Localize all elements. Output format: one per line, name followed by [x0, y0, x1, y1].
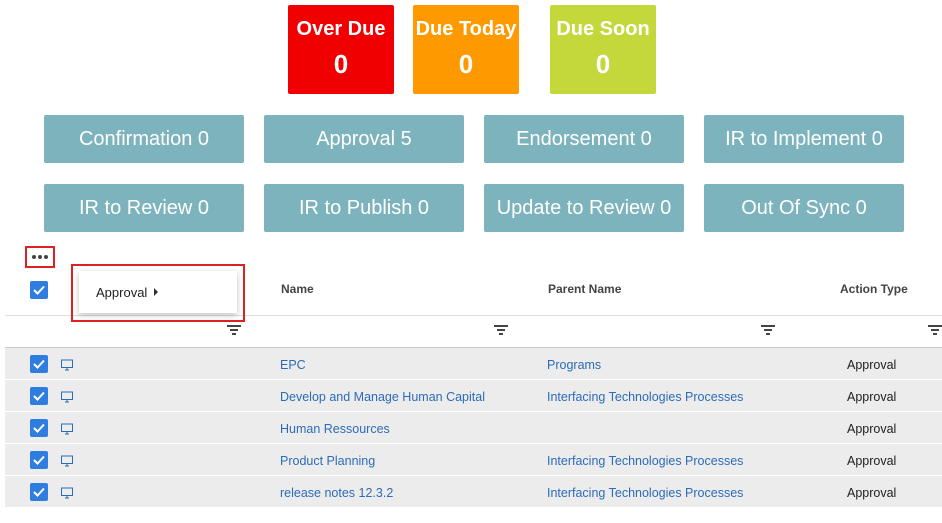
column-header-name[interactable]: Name — [281, 282, 314, 296]
row-parent-link[interactable]: Interfacing Technologies Processes — [547, 390, 743, 404]
table-row[interactable]: release notes 12.3.2 Interfacing Technol… — [5, 476, 942, 508]
row-parent-link[interactable]: Interfacing Technologies Processes — [547, 454, 743, 468]
overdue-tile[interactable]: Over Due 0 — [288, 5, 394, 94]
overdue-count: 0 — [333, 49, 349, 79]
due-soon-label: Due Soon — [556, 18, 650, 40]
update-to-review-button[interactable]: Update to Review 0 — [484, 184, 684, 232]
row-name-link[interactable]: Develop and Manage Human Capital — [280, 390, 485, 404]
dropdown-item-label: Approval — [96, 284, 148, 300]
due-soon-count: 0 — [595, 49, 611, 79]
filter-icon[interactable] — [494, 325, 508, 337]
overdue-label: Over Due — [296, 18, 386, 40]
row-name-link[interactable]: EPC — [280, 358, 306, 372]
ellipsis-icon[interactable] — [25, 246, 55, 268]
select-all-checkbox[interactable] — [30, 281, 48, 299]
ir-to-publish-button[interactable]: IR to Publish 0 — [264, 184, 464, 232]
monitor-icon[interactable] — [61, 455, 73, 467]
endorsement-button[interactable]: Endorsement 0 — [484, 115, 684, 163]
ir-to-review-button[interactable]: IR to Review 0 — [44, 184, 244, 232]
table-row[interactable]: Develop and Manage Human Capital Interfa… — [5, 380, 942, 412]
row-action-type: Approval — [847, 486, 897, 500]
confirmation-button[interactable]: Confirmation 0 — [44, 115, 244, 163]
row-checkbox[interactable] — [30, 355, 48, 373]
row-name-link[interactable]: Product Planning — [280, 454, 375, 468]
due-today-tile[interactable]: Due Today 0 — [413, 5, 519, 94]
column-header-action-type[interactable]: Action Type — [840, 282, 908, 296]
filter-icon[interactable] — [227, 325, 241, 337]
monitor-icon[interactable] — [61, 423, 73, 435]
row-parent-link[interactable]: Interfacing Technologies Processes — [547, 486, 743, 500]
caret-right-icon — [154, 288, 159, 296]
dropdown-menu-item-approval[interactable]: Approval — [79, 271, 237, 313]
row-name-link[interactable]: release notes 12.3.2 — [280, 486, 393, 500]
row-action-type: Approval — [847, 358, 897, 372]
row-action-type: Approval — [847, 422, 897, 436]
row-action-type: Approval — [847, 454, 897, 468]
monitor-icon[interactable] — [61, 359, 73, 371]
table-row[interactable]: EPC Programs Approval — [5, 348, 942, 380]
table-row[interactable]: Product Planning Interfacing Technologie… — [5, 444, 942, 476]
row-parent-link[interactable]: Programs — [547, 358, 601, 372]
monitor-icon[interactable] — [61, 391, 73, 403]
row-name-link[interactable]: Human Ressources — [280, 422, 390, 436]
out-of-sync-button[interactable]: Out Of Sync 0 — [704, 184, 904, 232]
ir-to-implement-button[interactable]: IR to Implement 0 — [704, 115, 904, 163]
column-header-parent-name[interactable]: Parent Name — [548, 282, 621, 296]
filter-icon[interactable] — [928, 325, 942, 337]
table-row[interactable]: Human Ressources Approval — [5, 412, 942, 444]
row-checkbox[interactable] — [30, 483, 48, 501]
row-checkbox[interactable] — [30, 387, 48, 405]
monitor-icon[interactable] — [61, 487, 73, 499]
due-today-count: 0 — [458, 49, 474, 79]
row-checkbox[interactable] — [30, 451, 48, 469]
approval-button[interactable]: Approval 5 — [264, 115, 464, 163]
due-soon-tile[interactable]: Due Soon 0 — [550, 5, 656, 94]
due-today-label: Due Today — [415, 18, 517, 40]
filter-icon[interactable] — [761, 325, 775, 337]
row-checkbox[interactable] — [30, 419, 48, 437]
row-action-type: Approval — [847, 390, 897, 404]
